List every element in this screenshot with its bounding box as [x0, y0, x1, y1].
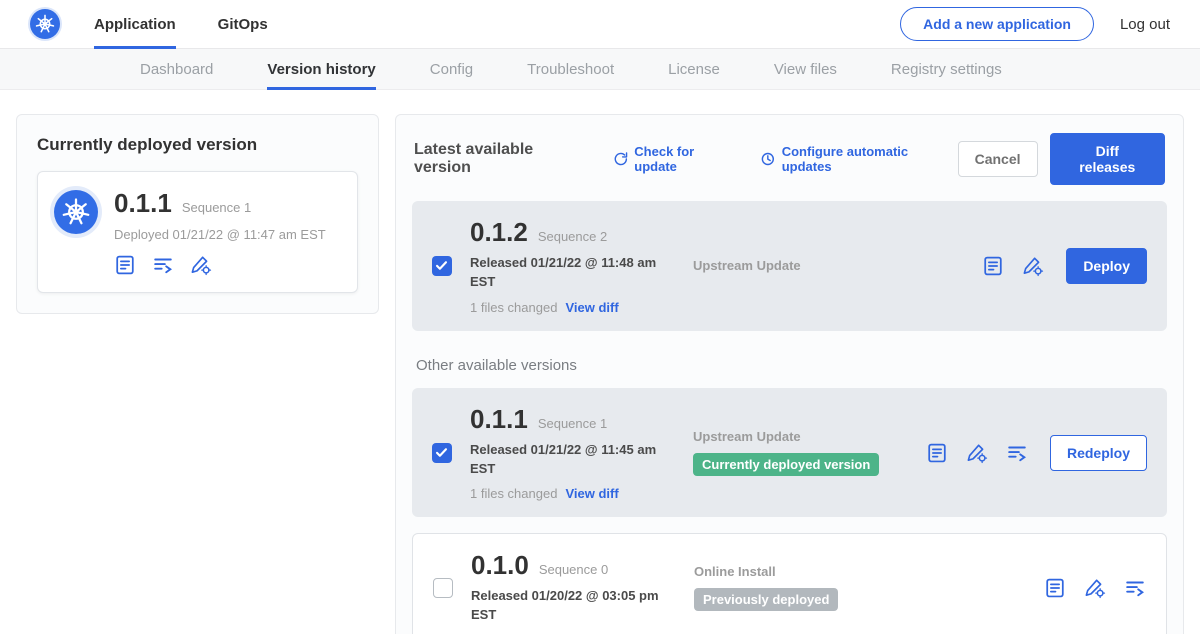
version-checkbox[interactable]: [432, 443, 452, 463]
version-source: Upstream Update Currently deployed versi…: [693, 429, 908, 476]
deploy-logs-icon[interactable]: [1006, 442, 1028, 464]
edit-config-icon[interactable]: [1084, 577, 1106, 599]
add-application-button[interactable]: Add a new application: [900, 7, 1094, 41]
subnav-troubleshoot[interactable]: Troubleshoot: [527, 49, 614, 90]
deployed-sequence: Sequence 1: [182, 200, 251, 215]
cancel-button[interactable]: Cancel: [958, 141, 1038, 177]
version-info: 0.1.1 Sequence 1 Released 01/21/22 @ 11:…: [470, 404, 675, 502]
view-diff-link[interactable]: View diff: [565, 486, 618, 501]
helm-wheel-icon: [60, 196, 92, 228]
version-number: 0.1.2: [470, 217, 528, 248]
subnav-view-files[interactable]: View files: [774, 49, 837, 90]
schedule-icon: [760, 151, 776, 167]
version-info: 0.1.2 Sequence 2 Released 01/21/22 @ 11:…: [470, 217, 675, 315]
deployed-timestamp: Deployed 01/21/22 @ 11:47 am EST: [114, 227, 326, 242]
primary-tabs: Application GitOps: [94, 0, 268, 49]
released-timestamp: Released 01/21/22 @ 11:48 am EST: [470, 254, 665, 292]
other-versions-title: Other available versions: [416, 357, 1163, 374]
version-row-0-1-1: 0.1.1 Sequence 1 Released 01/21/22 @ 11:…: [412, 388, 1167, 518]
version-checkbox[interactable]: [432, 256, 452, 276]
row-actions: Deploy: [982, 248, 1147, 284]
edit-config-icon[interactable]: [966, 442, 988, 464]
diff-releases-button[interactable]: Diff releases: [1050, 133, 1165, 185]
app-icon: [54, 190, 98, 234]
kubernetes-logo[interactable]: [30, 9, 60, 39]
version-row-0-1-2: 0.1.2 Sequence 2 Released 01/21/22 @ 11:…: [412, 201, 1167, 331]
files-changed: 1 files changed: [470, 486, 557, 501]
row-actions: Redeploy: [926, 435, 1147, 471]
subnav-registry-settings[interactable]: Registry settings: [891, 49, 1002, 90]
configure-auto-updates-label: Configure automatic updates: [782, 144, 958, 174]
currently-deployed-badge: Currently deployed version: [693, 453, 879, 476]
version-source: Online Install Previously deployed: [694, 564, 909, 611]
version-sequence: Sequence 0: [539, 562, 608, 577]
files-changed: 1 files changed: [470, 300, 557, 315]
previously-deployed-badge: Previously deployed: [694, 588, 838, 611]
release-notes-icon[interactable]: [926, 442, 948, 464]
tab-application[interactable]: Application: [94, 0, 176, 49]
deployed-version-panel: Currently deployed version 0.1.1 Sequenc…: [16, 114, 379, 314]
refresh-icon: [613, 151, 629, 167]
subnav-config[interactable]: Config: [430, 49, 473, 90]
checkmark-icon: [435, 446, 448, 459]
latest-version-title: Latest available version: [414, 141, 591, 177]
deployed-version-number: 0.1.1: [114, 188, 172, 219]
version-source: Upstream Update: [693, 258, 908, 273]
latest-version-header: Latest available version Check for updat…: [412, 133, 1167, 185]
row-actions: [1044, 577, 1146, 599]
released-timestamp: Released 01/21/22 @ 11:45 am EST: [470, 441, 665, 479]
deployed-panel-title: Currently deployed version: [37, 135, 358, 155]
version-history-panel: Latest available version Check for updat…: [395, 114, 1184, 634]
subnav-dashboard[interactable]: Dashboard: [140, 49, 213, 90]
version-sequence: Sequence 1: [538, 416, 607, 431]
release-notes-icon[interactable]: [1044, 577, 1066, 599]
navbar-right: Add a new application Log out: [900, 7, 1170, 41]
check-for-update-label: Check for update: [634, 144, 738, 174]
app-subnav: Dashboard Version history Config Trouble…: [0, 49, 1200, 90]
version-number: 0.1.0: [471, 550, 529, 581]
edit-config-icon[interactable]: [1022, 255, 1044, 277]
subnav-license[interactable]: License: [668, 49, 720, 90]
deployed-actions: [114, 254, 326, 276]
deploy-button[interactable]: Deploy: [1066, 248, 1147, 284]
edit-config-icon[interactable]: [190, 254, 212, 276]
version-info: 0.1.0 Sequence 0 Released 01/20/22 @ 03:…: [471, 550, 676, 625]
subnav-version-history[interactable]: Version history: [267, 49, 375, 90]
redeploy-button[interactable]: Redeploy: [1050, 435, 1147, 471]
version-sequence: Sequence 2: [538, 229, 607, 244]
release-notes-icon[interactable]: [982, 255, 1004, 277]
check-for-update-link[interactable]: Check for update: [613, 144, 738, 174]
deploy-logs-icon[interactable]: [152, 254, 174, 276]
checkmark-icon: [435, 259, 448, 272]
version-checkbox[interactable]: [433, 578, 453, 598]
version-row-0-1-0: 0.1.0 Sequence 0 Released 01/20/22 @ 03:…: [412, 533, 1167, 634]
deployed-version-details: 0.1.1 Sequence 1 Deployed 01/21/22 @ 11:…: [114, 188, 326, 276]
source-label: Online Install: [694, 564, 776, 579]
released-timestamp: Released 01/20/22 @ 03:05 pm EST: [471, 587, 666, 625]
top-navbar: Application GitOps Add a new application…: [0, 0, 1200, 49]
main-content: Currently deployed version 0.1.1 Sequenc…: [0, 90, 1200, 634]
source-label: Upstream Update: [693, 429, 801, 444]
deploy-logs-icon[interactable]: [1124, 577, 1146, 599]
tab-gitops[interactable]: GitOps: [218, 0, 268, 49]
view-diff-link[interactable]: View diff: [565, 300, 618, 315]
configure-auto-updates-link[interactable]: Configure automatic updates: [760, 144, 958, 174]
logout-link[interactable]: Log out: [1120, 16, 1170, 33]
source-label: Upstream Update: [693, 258, 801, 273]
deployed-version-card: 0.1.1 Sequence 1 Deployed 01/21/22 @ 11:…: [37, 171, 358, 293]
release-notes-icon[interactable]: [114, 254, 136, 276]
version-number: 0.1.1: [470, 404, 528, 435]
helm-wheel-icon: [34, 13, 56, 35]
